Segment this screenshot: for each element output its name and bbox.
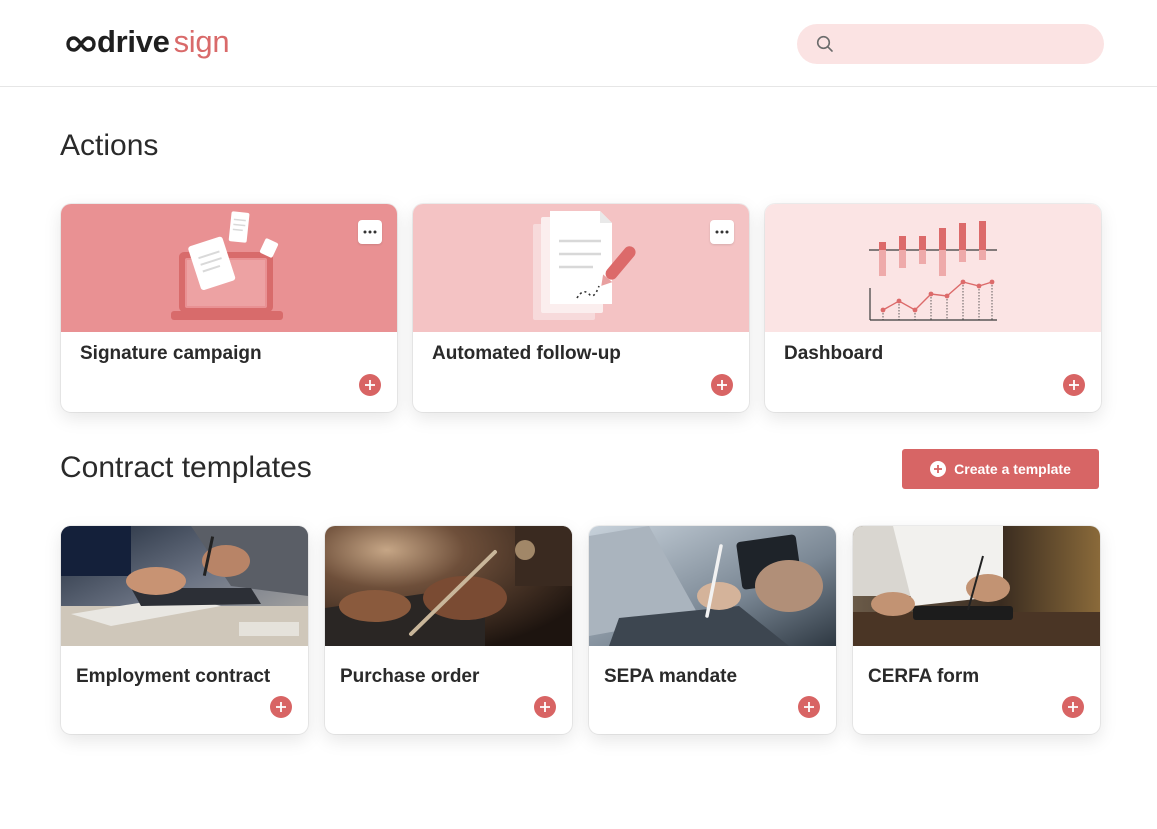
template-card-cerfa-form[interactable]: CERFA form bbox=[853, 526, 1100, 734]
actions-heading: Actions bbox=[60, 129, 159, 162]
man-tablet-photo bbox=[853, 526, 1100, 646]
template-card-sepa-mandate[interactable]: SEPA mandate bbox=[589, 526, 836, 734]
signed-document-illustration bbox=[413, 204, 749, 332]
plus-circle-icon bbox=[930, 461, 947, 477]
card-title: Dashboard bbox=[784, 343, 884, 364]
plus-icon bbox=[1069, 380, 1079, 390]
bar-line-chart-illustration bbox=[765, 204, 1101, 332]
search-input[interactable] bbox=[797, 24, 1104, 64]
create-template-button[interactable]: Create a template bbox=[902, 449, 1099, 489]
plus-icon bbox=[540, 702, 550, 712]
add-button[interactable] bbox=[534, 696, 556, 718]
card-title: CERFA form bbox=[868, 666, 980, 687]
plus-icon bbox=[804, 702, 814, 712]
plus-icon bbox=[717, 380, 727, 390]
action-card-dashboard[interactable]: Dashboard bbox=[765, 204, 1101, 412]
action-card-automated-follow-up[interactable]: Automated follow-up bbox=[413, 204, 749, 412]
card-title: Signature campaign bbox=[80, 343, 262, 364]
template-card-employment-contract[interactable]: Employment contract bbox=[61, 526, 308, 734]
card-title: SEPA mandate bbox=[604, 666, 738, 687]
logo-word: drive bbox=[97, 24, 170, 59]
card-title: Purchase order bbox=[340, 666, 480, 687]
top-bar: drive sign bbox=[0, 0, 1157, 87]
logo[interactable]: drive sign bbox=[66, 24, 230, 60]
logo-suffix: sign bbox=[173, 24, 230, 59]
add-button[interactable] bbox=[798, 696, 820, 718]
card-title: Automated follow-up bbox=[432, 343, 621, 364]
add-button[interactable] bbox=[1062, 696, 1084, 718]
action-card-signature-campaign[interactable]: Signature campaign bbox=[61, 204, 397, 412]
hands-tablet-photo bbox=[61, 526, 308, 646]
add-button[interactable] bbox=[270, 696, 292, 718]
card-title: Employment contract bbox=[76, 666, 271, 687]
template-card-purchase-order[interactable]: Purchase order bbox=[325, 526, 572, 734]
more-options-button[interactable] bbox=[358, 220, 382, 244]
laptop-stylus-photo bbox=[589, 526, 836, 646]
create-template-label: Create a template bbox=[954, 461, 1071, 477]
ellipsis-icon bbox=[715, 230, 729, 234]
infinity-logo-icon bbox=[66, 35, 96, 52]
plus-icon bbox=[1068, 702, 1078, 712]
more-options-button[interactable] bbox=[710, 220, 734, 244]
add-button[interactable] bbox=[711, 374, 733, 396]
ellipsis-icon bbox=[363, 230, 377, 234]
add-button[interactable] bbox=[359, 374, 381, 396]
add-button[interactable] bbox=[1063, 374, 1085, 396]
plus-icon bbox=[365, 380, 375, 390]
search-icon[interactable] bbox=[816, 35, 834, 53]
hand-stylus-photo bbox=[325, 526, 572, 646]
plus-icon bbox=[276, 702, 286, 712]
laptop-documents-illustration bbox=[61, 204, 397, 332]
templates-heading: Contract templates bbox=[60, 451, 312, 484]
